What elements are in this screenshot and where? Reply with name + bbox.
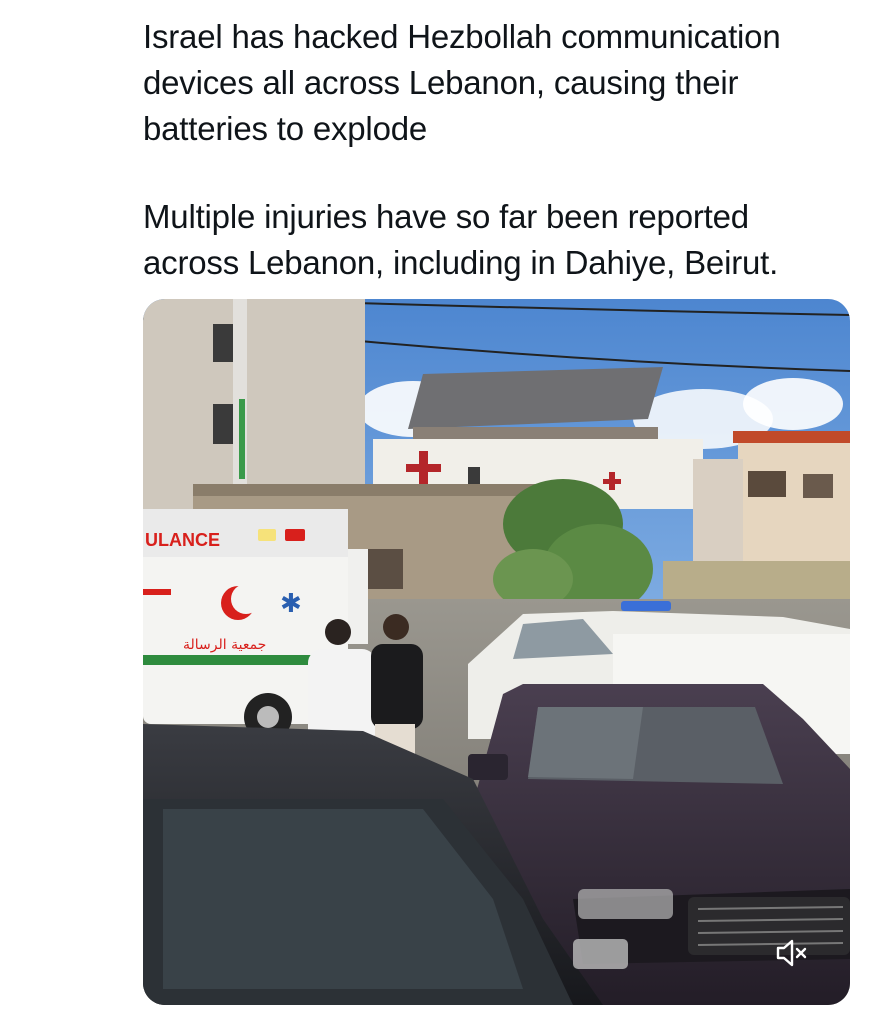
- video-player[interactable]: ULANCE ✱ جمعية الرسالة: [143, 299, 850, 1005]
- video-frame: ULANCE ✱ جمعية الرسالة: [143, 299, 850, 1005]
- ambulance-label: ULANCE: [145, 530, 220, 550]
- tweet-paragraph-2: Multiple injuries have so far been repor…: [143, 198, 779, 281]
- tweet-text: Israel has hacked Hezbollah communicatio…: [143, 14, 853, 286]
- svg-text:✱: ✱: [280, 589, 302, 619]
- mute-button[interactable]: [772, 935, 812, 971]
- tweet-paragraph-1: Israel has hacked Hezbollah communicatio…: [143, 18, 781, 147]
- ambulance-arabic: جمعية الرسالة: [183, 637, 266, 653]
- volume-muted-icon: [776, 939, 807, 967]
